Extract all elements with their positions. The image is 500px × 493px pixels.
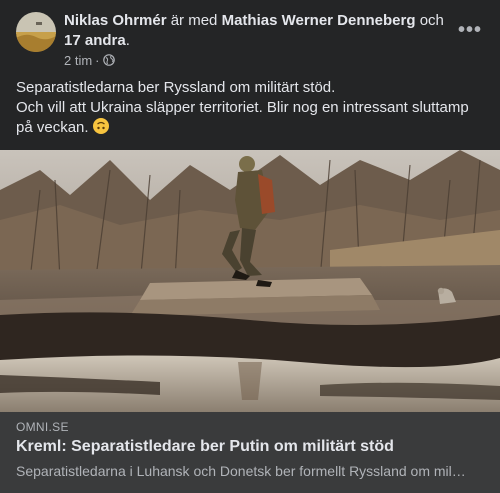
link-domain: OMNI.SE [16,420,69,434]
others-link[interactable]: 17 andra [64,32,126,49]
upside-down-face-emoji [92,118,109,134]
more-options-icon[interactable]: ••• [456,18,484,42]
post-header: Niklas Ohrmér är med Mathias Werner Denn… [0,0,500,74]
tagged-person-link[interactable]: Mathias Werner Denneberg [222,12,416,29]
link-title[interactable]: Kreml: Separatistledare ber Putin om mil… [16,438,394,456]
globe-icon[interactable] [102,54,115,66]
period: . [125,32,130,49]
post-text-line-last: på veckan. [16,118,484,138]
avatar[interactable] [16,12,56,52]
timestamp[interactable]: 2 tim [64,53,92,68]
post-text-line: Och vill att Ukraina släpper territoriet… [16,99,469,116]
link-preview-image[interactable] [0,150,500,412]
with-text: är med [170,12,218,29]
link-description: Separatistledarna i Luhansk och Donetsk … [16,463,468,479]
author-name[interactable]: Niklas Ohrmér [64,12,167,29]
post-text-line: Separatistledarna ber Ryssland om militä… [16,79,336,96]
author-line: Niklas Ohrmér är med Mathias Werner Denn… [64,11,452,51]
and-text: och [419,12,444,29]
meta-separator: · [95,52,100,68]
post-meta: 2 tim · [64,52,115,68]
post-text: Separatistledarna ber Ryssland om militä… [16,78,484,138]
